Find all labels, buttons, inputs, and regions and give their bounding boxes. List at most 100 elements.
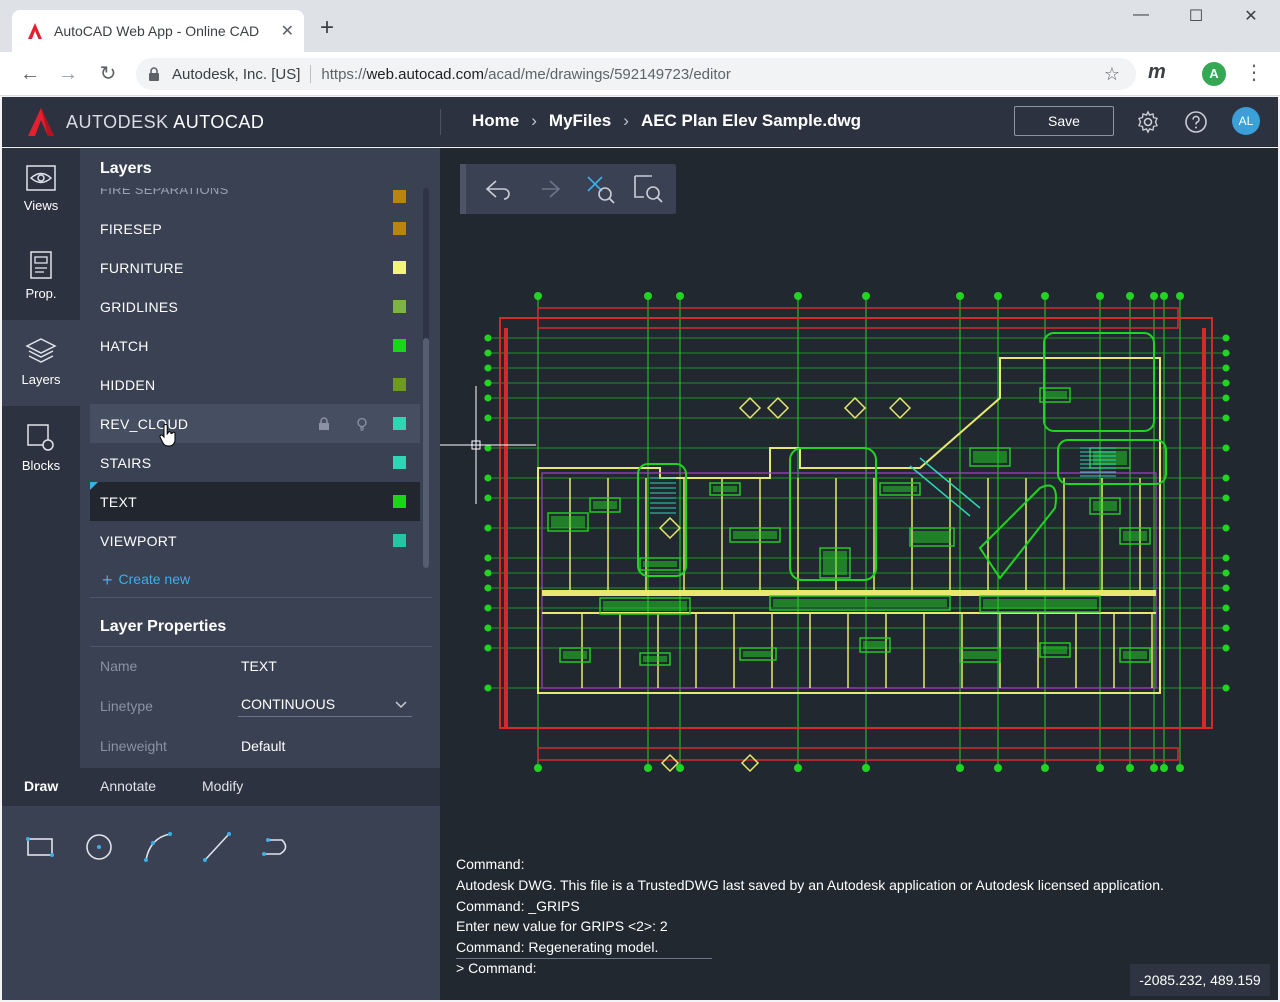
rail-item-views[interactable]: Views xyxy=(2,148,80,234)
panel-title: Layers xyxy=(100,160,152,177)
tab-draw[interactable]: Draw xyxy=(24,778,58,794)
quick-toolbar xyxy=(460,164,676,214)
command-history: Command: Autodesk DWG. This file is a Tr… xyxy=(456,854,1164,979)
lock-icon[interactable] xyxy=(317,416,331,431)
user-avatar[interactable]: AL xyxy=(1232,107,1260,135)
linetype-select[interactable]: CONTINUOUS xyxy=(238,695,412,717)
layer-row-partial[interactable]: FIRE SEPARATIONS xyxy=(90,188,420,209)
layer-color-swatch[interactable] xyxy=(393,456,406,469)
left-rail: Views Prop. Layers Blocks xyxy=(2,148,80,768)
layer-row[interactable]: GRIDLINES xyxy=(90,287,420,326)
extension-icon[interactable]: m xyxy=(1148,61,1166,84)
border xyxy=(499,317,1213,729)
layer-color-swatch[interactable] xyxy=(393,300,406,313)
layer-row[interactable]: VIEWPORT xyxy=(90,521,420,560)
furniture-hatch xyxy=(1043,391,1067,399)
grid-bubble xyxy=(484,379,492,387)
minimize-icon[interactable]: — xyxy=(1126,6,1156,24)
redo-icon[interactable] xyxy=(532,173,564,205)
scroll-thumb[interactable] xyxy=(423,338,429,568)
maximize-icon[interactable]: ☐ xyxy=(1181,6,1211,26)
layer-row[interactable]: STAIRS xyxy=(90,443,420,482)
lineweight-value[interactable]: Default xyxy=(241,738,285,754)
save-button[interactable]: Save xyxy=(1014,106,1114,136)
reload-icon[interactable]: ↻ xyxy=(94,60,122,88)
layer-color-swatch[interactable] xyxy=(393,417,406,430)
breadcrumb-myfiles[interactable]: MyFiles xyxy=(549,111,611,131)
tab-modify[interactable]: Modify xyxy=(202,778,243,794)
grid-bubble xyxy=(794,764,802,772)
drawing-canvas[interactable]: Command: Autodesk DWG. This file is a Tr… xyxy=(440,148,1278,1000)
layer-row[interactable]: HATCH xyxy=(90,326,420,365)
furniture-hatch xyxy=(823,551,847,575)
address-bar: ← → ↻ Autodesk, Inc. [US] https://web.au… xyxy=(0,52,1280,96)
undo-icon[interactable] xyxy=(482,173,514,205)
browser-menu-icon[interactable]: ⋮ xyxy=(1244,60,1264,85)
properties-icon xyxy=(30,251,52,279)
help-icon[interactable] xyxy=(1184,110,1208,134)
zoom-window-icon[interactable] xyxy=(632,173,664,205)
layer-color-swatch[interactable] xyxy=(393,378,406,391)
layer-row[interactable]: FIRESEP xyxy=(90,209,420,248)
command-input[interactable]: > Command: xyxy=(456,958,1164,979)
layer-list-scrollbar[interactable] xyxy=(423,188,429,568)
rail-item-blocks[interactable]: Blocks xyxy=(2,406,80,492)
grid-bubble xyxy=(484,569,492,577)
column-marker xyxy=(740,753,760,773)
close-window-icon[interactable]: ✕ xyxy=(1236,6,1266,26)
line-tool-icon[interactable] xyxy=(201,830,233,862)
new-tab-icon[interactable]: + xyxy=(320,16,334,40)
browser-tab[interactable]: AutoCAD Web App - Online CAD ✕ xyxy=(12,10,304,52)
breadcrumb-home[interactable]: Home xyxy=(472,111,519,131)
column-marker xyxy=(660,753,680,773)
grid-bubble xyxy=(956,764,964,772)
furniture-hatch xyxy=(603,601,687,611)
lock-icon xyxy=(149,67,159,81)
layers-panel: Layers FIRE SEPARATIONS FIRESEP FURNITUR… xyxy=(80,148,440,768)
tab-annotate[interactable]: Annotate xyxy=(100,778,156,794)
rail-item-properties[interactable]: Prop. xyxy=(2,234,80,320)
layer-color-swatch[interactable] xyxy=(393,495,406,508)
layer-color-swatch[interactable] xyxy=(393,534,406,547)
polyline-tool-icon[interactable] xyxy=(260,830,292,862)
grid-bubble xyxy=(1176,292,1184,300)
layer-row-current[interactable]: TEXT xyxy=(90,482,420,521)
profile-avatar[interactable]: A xyxy=(1202,62,1226,86)
name-value[interactable]: TEXT xyxy=(241,658,277,674)
chevron-right-icon: › xyxy=(623,111,629,130)
back-arrow-icon[interactable]: ← xyxy=(16,60,44,88)
grid-bubble xyxy=(1222,334,1230,342)
rail-item-layers[interactable]: Layers xyxy=(2,320,80,406)
layer-color-swatch[interactable] xyxy=(393,222,406,235)
url-input[interactable]: Autodesk, Inc. [US] https://web.autocad.… xyxy=(136,58,1136,90)
dimension-band xyxy=(537,747,1179,761)
grid-bubble xyxy=(1222,604,1230,612)
grid-bubble xyxy=(1222,524,1230,532)
lightbulb-icon[interactable] xyxy=(355,417,369,431)
layer-row[interactable]: REV_CLOUD xyxy=(90,404,420,447)
gear-icon[interactable] xyxy=(1136,110,1160,134)
bookmark-star-icon[interactable]: ☆ xyxy=(1104,64,1120,85)
circle-tool-icon[interactable] xyxy=(83,830,115,862)
column-marker xyxy=(766,396,790,420)
layer-color-swatch[interactable] xyxy=(393,339,406,352)
eye-icon xyxy=(26,165,56,191)
toolbar-drag-handle[interactable] xyxy=(460,164,466,214)
forward-arrow-icon[interactable]: → xyxy=(54,60,82,88)
floor-plan-drawing[interactable] xyxy=(440,148,1278,848)
furniture-hatch xyxy=(773,599,947,607)
arc-tool-icon[interactable] xyxy=(142,830,174,862)
layer-color-swatch[interactable] xyxy=(393,261,406,274)
create-new-layer-button[interactable]: + Create new xyxy=(102,570,190,591)
draw-tools xyxy=(2,806,440,1000)
rectangle-tool-icon[interactable] xyxy=(24,830,56,862)
grid-bubble xyxy=(484,604,492,612)
close-tab-icon[interactable]: ✕ xyxy=(281,21,294,41)
grid-bubble xyxy=(484,414,492,422)
zoom-extents-icon[interactable] xyxy=(584,173,616,205)
layer-row[interactable]: FURNITURE xyxy=(90,248,420,287)
grid-bubble xyxy=(644,764,652,772)
layer-row[interactable]: HIDDEN xyxy=(90,365,420,404)
grid-bubble xyxy=(1222,584,1230,592)
layer-color-swatch[interactable] xyxy=(393,190,406,203)
